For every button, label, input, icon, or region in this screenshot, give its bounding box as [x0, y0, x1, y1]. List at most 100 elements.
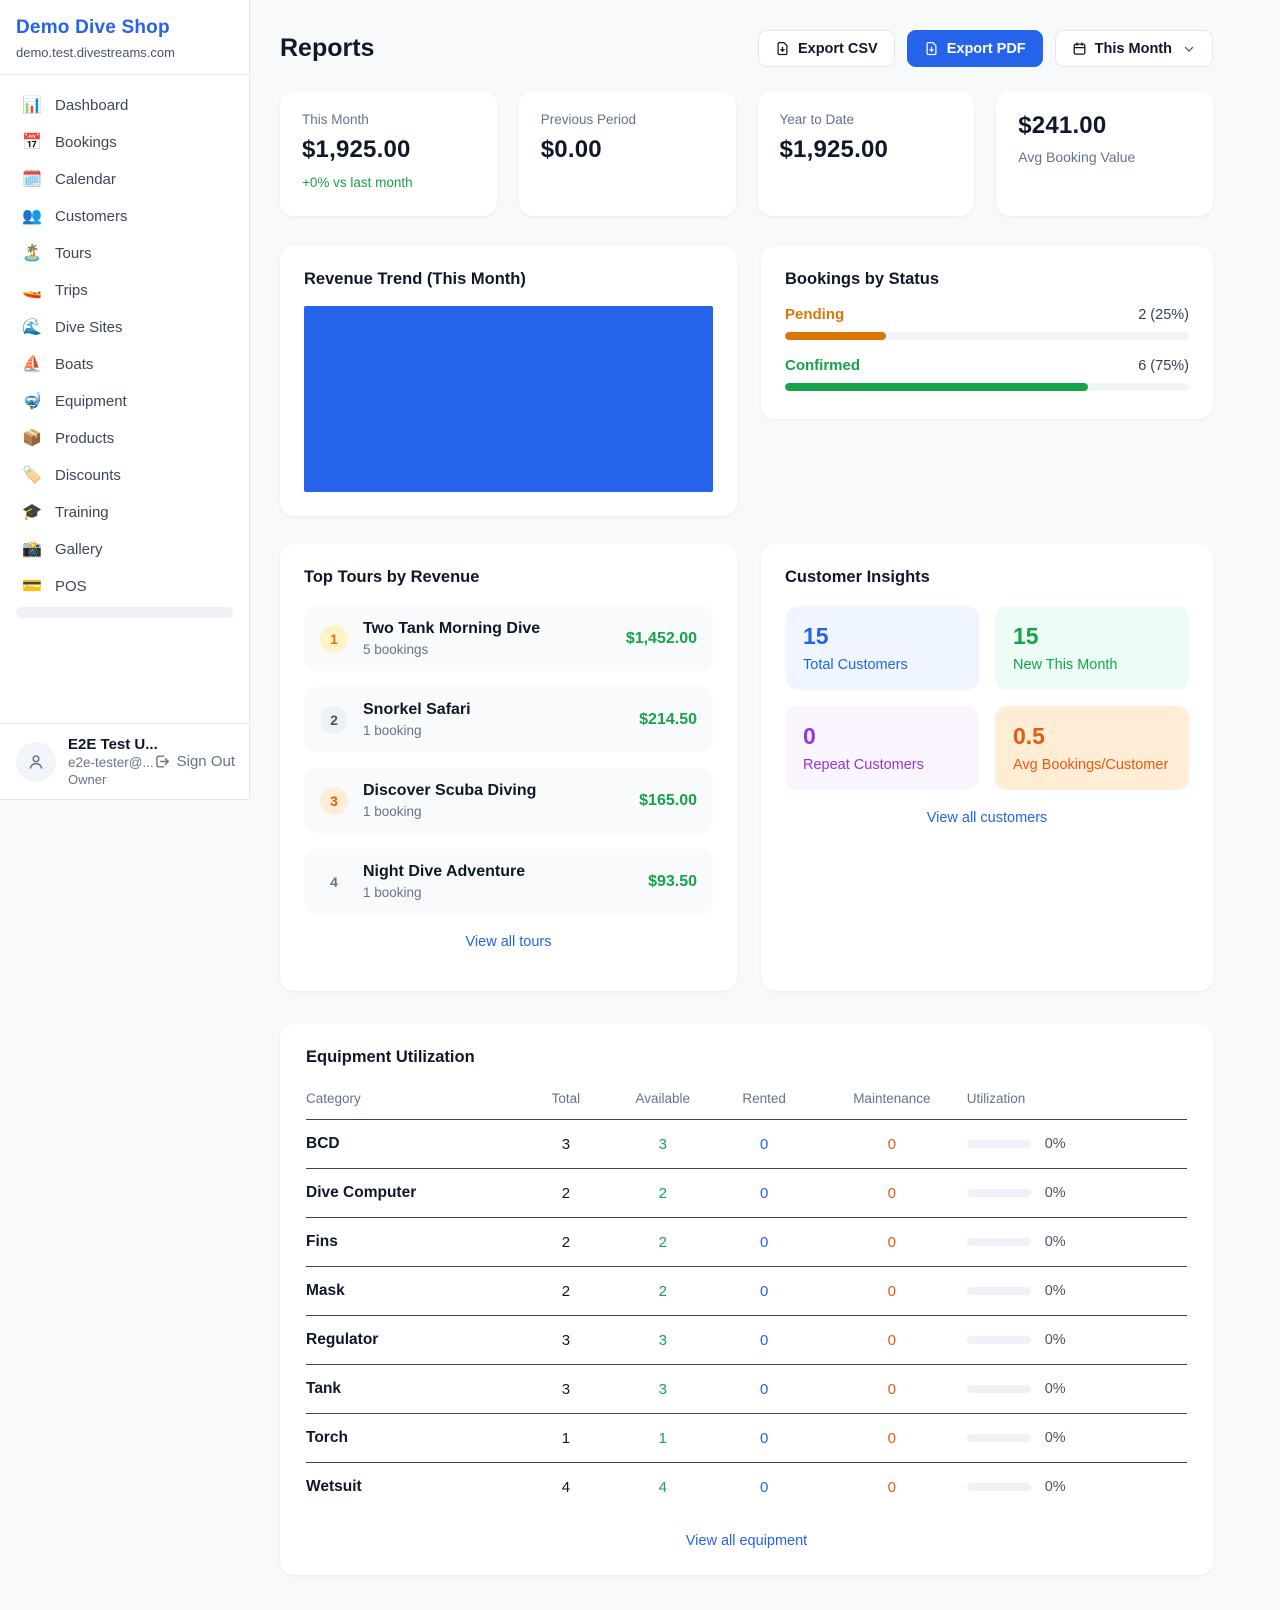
cell-category: Dive Computer [306, 1169, 517, 1218]
sidebar-item-pos[interactable]: 💳 POS [8, 568, 241, 605]
table-row: Fins22000% [306, 1218, 1187, 1267]
cell-total: 2 [517, 1218, 614, 1267]
cell-maintenance: 0 [817, 1414, 967, 1463]
cell-maintenance: 0 [817, 1316, 967, 1365]
equipment-utilization-card: Equipment Utilization Category Total Ava… [280, 1024, 1213, 1575]
stat-card-previous-period: Previous Period $0.00 [519, 91, 736, 216]
sidebar-item-dive-sites[interactable]: 🌊 Dive Sites [8, 309, 241, 346]
equipment-table-body: BCD33000%Dive Computer22000%Fins22000%Ma… [306, 1120, 1187, 1512]
export-pdf-button[interactable]: Export PDF [907, 30, 1043, 67]
period-label: This Month [1095, 41, 1172, 57]
sidebar-item-gallery[interactable]: 📸 Gallery [8, 531, 241, 568]
table-row: Torch11000% [306, 1414, 1187, 1463]
stat-label: Avg Booking Value [1018, 149, 1191, 165]
utilization-bar-track [967, 1434, 1031, 1442]
export-csv-button[interactable]: Export CSV [758, 30, 895, 67]
sign-out-label: Sign Out [177, 753, 235, 770]
utilization-bar-track [967, 1287, 1031, 1295]
sidebar-item-dashboard[interactable]: 📊 Dashboard [8, 87, 241, 124]
user-info: E2E Test U... e2e-tester@... Owner [68, 736, 141, 787]
sidebar-item-partially-hidden[interactable] [16, 607, 233, 618]
period-dropdown[interactable]: This Month [1055, 30, 1213, 67]
bookings-by-status-card: Bookings by Status Pending 2 (25%) Confi… [761, 246, 1213, 419]
table-row: BCD33000% [306, 1120, 1187, 1169]
stat-label: This Month [302, 112, 475, 127]
speedboat-icon: 🚤 [22, 283, 42, 299]
customer-insights-card: Customer Insights 15 Total Customers 15 … [761, 544, 1213, 991]
sidebar-item-tours[interactable]: 🏝️ Tours [8, 235, 241, 272]
stats-row: This Month $1,925.00 +0% vs last month P… [280, 91, 1213, 216]
utilization-percent: 0% [1045, 1381, 1066, 1397]
cell-category: Mask [306, 1267, 517, 1316]
sidebar-item-customers[interactable]: 👥 Customers [8, 198, 241, 235]
equipment-table: Category Total Available Rented Maintena… [306, 1081, 1187, 1511]
stat-card-avg-booking-value: $241.00 Avg Booking Value [996, 91, 1213, 216]
table-row: Mask22000% [306, 1267, 1187, 1316]
sidebar-item-products[interactable]: 📦 Products [8, 420, 241, 457]
diving-mask-icon: 🤿 [22, 394, 42, 410]
utilization-bar-track [967, 1140, 1031, 1148]
tour-name: Snorkel Safari [363, 701, 471, 719]
view-all-customers-link[interactable]: View all customers [785, 810, 1189, 826]
utilization-bar-track [967, 1336, 1031, 1344]
utilization-percent: 0% [1045, 1430, 1066, 1446]
column-header-rented: Rented [711, 1081, 817, 1120]
utilization-bar-track [967, 1385, 1031, 1393]
insight-label: Avg Bookings/Customer [1013, 757, 1171, 773]
file-download-icon [775, 41, 790, 56]
progress-bar-fill [785, 383, 1088, 391]
column-header-available: Available [614, 1081, 711, 1120]
export-csv-label: Export CSV [798, 41, 878, 57]
tour-amount: $165.00 [639, 792, 697, 810]
cell-total: 3 [517, 1365, 614, 1414]
tour-bookings: 1 booking [363, 804, 536, 819]
bookings-by-status-title: Bookings by Status [785, 270, 1189, 289]
cell-rented: 0 [711, 1316, 817, 1365]
tour-amount: $1,452.00 [626, 630, 697, 648]
shop-name: Demo Dive Shop [16, 17, 233, 39]
customer-insights-title: Customer Insights [785, 568, 1189, 587]
view-all-equipment-link[interactable]: View all equipment [306, 1533, 1187, 1549]
sidebar-item-equipment[interactable]: 🤿 Equipment [8, 383, 241, 420]
sidebar-item-label: Gallery [55, 541, 103, 558]
cell-available: 3 [614, 1365, 711, 1414]
export-pdf-label: Export PDF [947, 41, 1026, 57]
cell-category: Tank [306, 1365, 517, 1414]
tour-bookings: 5 bookings [363, 642, 540, 657]
sidebar-item-calendar[interactable]: 🗓️ Calendar [8, 161, 241, 198]
status-count: 2 (25%) [1138, 307, 1189, 323]
user-name: E2E Test U... [68, 736, 141, 753]
user-role: Owner [68, 772, 141, 787]
sidebar-item-boats[interactable]: ⛵ Boats [8, 346, 241, 383]
sidebar-item-discounts[interactable]: 🏷️ Discounts [8, 457, 241, 494]
page-title: Reports [280, 34, 374, 63]
sidebar-item-label: Training [55, 504, 109, 521]
insight-value: 15 [803, 623, 961, 650]
cell-total: 2 [517, 1267, 614, 1316]
cell-maintenance: 0 [817, 1463, 967, 1512]
stat-value: $241.00 [1018, 112, 1191, 140]
cell-total: 3 [517, 1316, 614, 1365]
cell-total: 4 [517, 1463, 614, 1512]
sidebar-item-bookings[interactable]: 📅 Bookings [8, 124, 241, 161]
sidebar-item-label: Equipment [55, 393, 127, 410]
graduation-cap-icon: 🎓 [22, 505, 42, 521]
tour-name: Two Tank Morning Dive [363, 620, 540, 638]
view-all-tours-link[interactable]: View all tours [304, 934, 713, 950]
table-row: Dive Computer22000% [306, 1169, 1187, 1218]
cell-rented: 0 [711, 1267, 817, 1316]
tour-row: 2 Snorkel Safari 1 booking $214.50 [304, 687, 713, 752]
tour-bookings: 1 booking [363, 723, 471, 738]
sidebar-item-training[interactable]: 🎓 Training [8, 494, 241, 531]
tour-row: 4 Night Dive Adventure 1 booking $93.50 [304, 849, 713, 914]
top-tours-title: Top Tours by Revenue [304, 568, 713, 587]
sign-out-button[interactable]: Sign Out [153, 753, 235, 770]
island-icon: 🏝️ [22, 246, 42, 262]
wave-icon: 🌊 [22, 320, 42, 336]
utilization-percent: 0% [1045, 1479, 1066, 1495]
sidebar-item-label: Products [55, 430, 114, 447]
rank-badge: 4 [320, 868, 348, 896]
sidebar-item-label: Calendar [55, 171, 116, 188]
sidebar-item-trips[interactable]: 🚤 Trips [8, 272, 241, 309]
stat-label: Previous Period [541, 112, 714, 127]
